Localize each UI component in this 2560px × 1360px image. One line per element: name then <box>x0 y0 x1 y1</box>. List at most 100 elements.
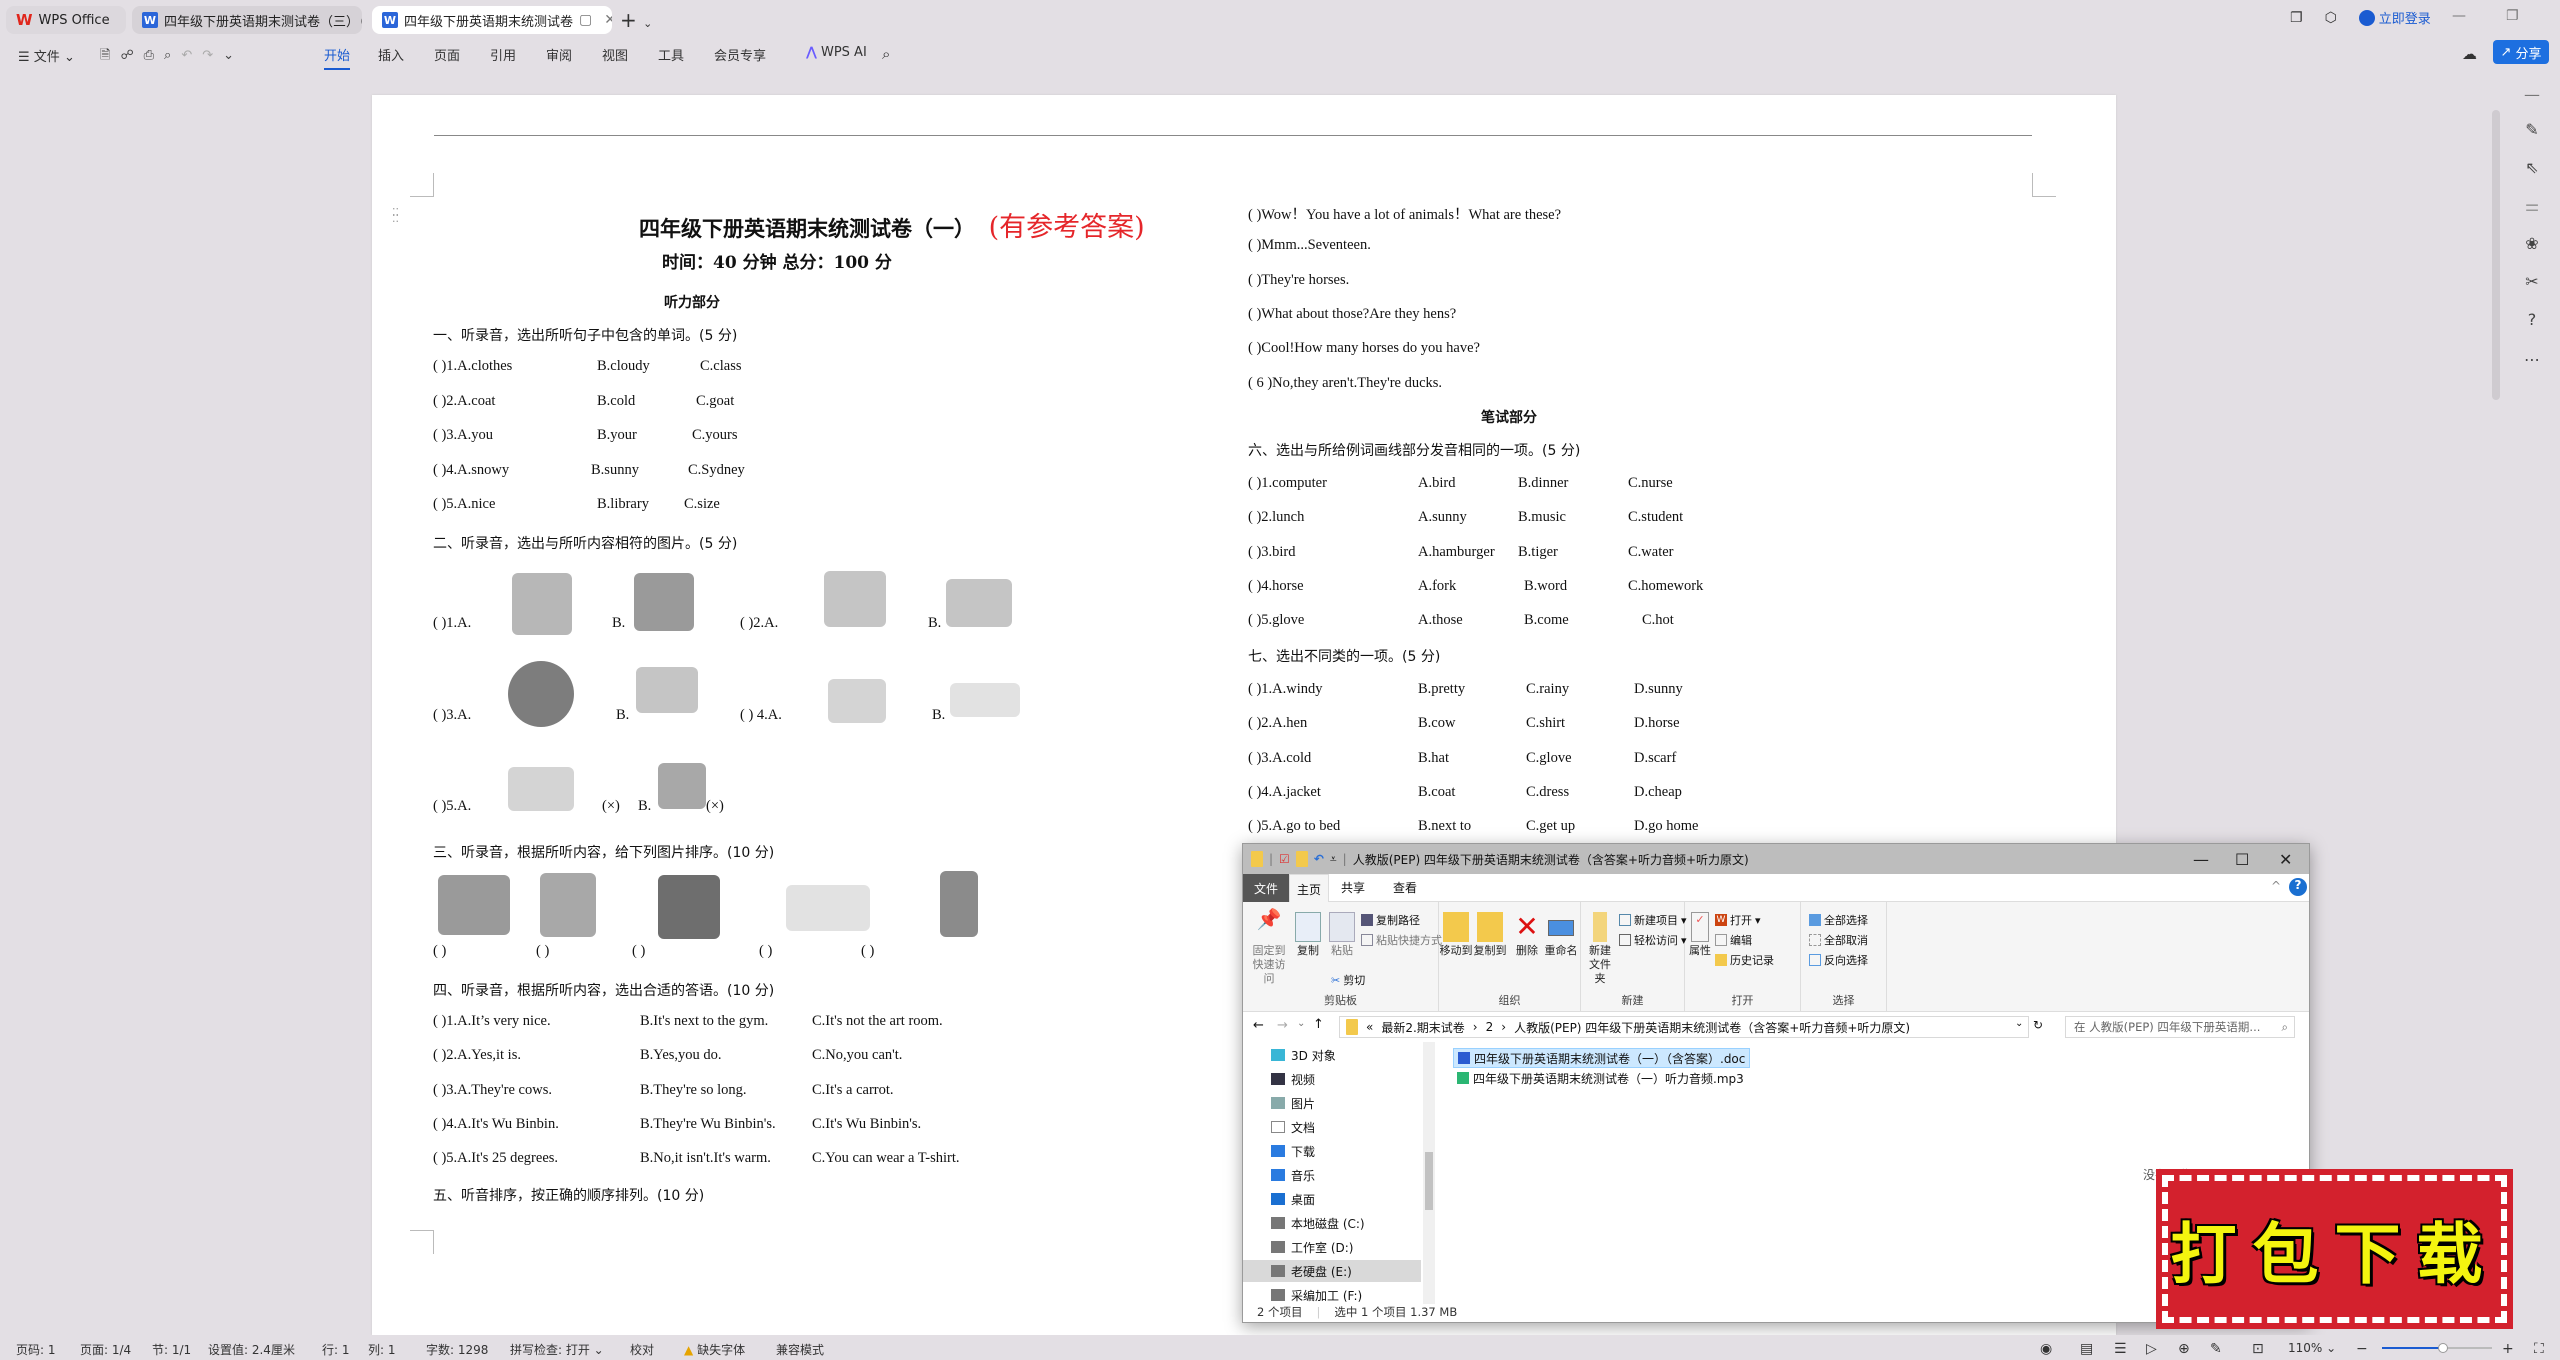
wps-ai-button[interactable]: ⋀ WPS AI <box>806 45 867 60</box>
file-list-item[interactable]: 四年级下册英语期末统测试卷（一）听力音频.mp3 <box>1453 1068 1748 1088</box>
page-count[interactable]: 页面: 1/4 <box>80 1341 131 1358</box>
tab-member[interactable]: 会员专享 <box>714 45 766 64</box>
tab-view[interactable]: 查看 <box>1393 879 1417 896</box>
link-icon[interactable]: ☍ <box>120 48 143 63</box>
proofread-button[interactable]: 校对 <box>630 1341 654 1358</box>
order-blank[interactable]: ( ) <box>536 943 549 960</box>
breadcrumb-item[interactable]: 人教版(PEP) 四年级下册英语期末统测试卷（含答案+听力音频+听力原文) <box>1514 1019 1910 1036</box>
download-package-stamp[interactable]: 打包下载 <box>2156 1169 2513 1329</box>
new-tab-button[interactable]: + ⌄ <box>620 8 652 32</box>
tab-tools[interactable]: 工具 <box>658 45 684 64</box>
sliders-icon[interactable]: ⚌ <box>2522 196 2542 215</box>
tab-home[interactable]: 开始 <box>324 45 351 70</box>
fit-page-icon[interactable]: ⊡ <box>2252 1341 2264 1357</box>
forward-icon[interactable]: → <box>1277 1018 1288 1033</box>
tab-references[interactable]: 引用 <box>490 45 516 64</box>
tab-wps-home[interactable]: W WPS Office <box>6 6 126 34</box>
pen-icon[interactable]: ✎ <box>2210 1341 2222 1357</box>
tab-view[interactable]: 视图 <box>602 45 628 64</box>
nav-item[interactable]: 老硬盘 (E:) <box>1243 1260 1421 1282</box>
tab-document-active[interactable]: W 四年级下册英语期末统测试卷 ▢ ✕ <box>372 6 612 34</box>
restore-icon[interactable]: ❐ <box>2506 8 2519 24</box>
open-button[interactable]: W 打开 ▾ <box>1715 912 1761 928</box>
tab-home[interactable]: 主页 <box>1289 874 1329 903</box>
vertical-scrollbar[interactable] <box>2492 110 2500 400</box>
page-number[interactable]: 页码: 1 <box>16 1341 56 1358</box>
paste-shortcut-button[interactable]: 粘贴快捷方式 <box>1361 932 1442 948</box>
page-view-icon[interactable]: ▤ <box>2080 1341 2093 1357</box>
zoom-in-icon[interactable]: + <box>2502 1341 2514 1357</box>
copy-to-button[interactable]: 复制到 <box>1473 912 1507 958</box>
file-list-item[interactable]: 四年级下册英语期末统测试卷（一）（含答案）.doc <box>1453 1048 1751 1068</box>
outline-view-icon[interactable]: ☰ <box>2114 1341 2127 1357</box>
zoom-out-icon[interactable]: − <box>2356 1341 2368 1357</box>
more-chevron-icon[interactable]: ⌄ <box>223 48 244 63</box>
pen-icon[interactable]: ✎ <box>2522 120 2542 139</box>
customize-qat-icon[interactable]: ⩡ <box>1330 852 1337 867</box>
move-to-button[interactable]: 移动到 <box>1439 912 1473 958</box>
pin-quick-access-button[interactable]: 📌 固定到快速访问 <box>1249 909 1289 986</box>
search-icon[interactable]: ⌕ <box>882 45 890 63</box>
rename-button[interactable]: 重命名 <box>1543 912 1579 958</box>
section-indicator[interactable]: 节: 1/1 <box>152 1341 191 1358</box>
web-view-icon[interactable]: ⊕ <box>2178 1341 2190 1357</box>
tools-icon[interactable]: ✂ <box>2522 272 2542 291</box>
nav-item[interactable]: 工作室 (D:) <box>1271 1236 1353 1258</box>
edit-button[interactable]: 编辑 <box>1715 932 1752 948</box>
properties-button[interactable]: ✓ 属性 <box>1689 912 1711 958</box>
missing-font-button[interactable]: ▲ 缺失字体 <box>684 1341 745 1358</box>
up-icon[interactable]: ↑ <box>1313 1017 1324 1032</box>
delete-button[interactable]: ✕ 删除 <box>1513 912 1541 958</box>
tab-page[interactable]: 页面 <box>434 45 460 64</box>
recent-icon[interactable]: ⌄ <box>1297 1018 1305 1029</box>
cursor-icon[interactable]: ⇖ <box>2522 158 2542 177</box>
order-blank[interactable]: ( ) <box>759 943 772 960</box>
column-indicator[interactable]: 列: 1 <box>368 1341 396 1358</box>
properties-icon[interactable]: ☑ <box>1279 852 1290 866</box>
row-indicator[interactable]: 行: 1 <box>322 1341 350 1358</box>
close-icon[interactable]: ✕ <box>2279 850 2292 869</box>
save-icon[interactable]: 🗎 <box>100 48 120 63</box>
zoom-slider[interactable] <box>2382 1343 2492 1353</box>
eye-icon[interactable]: ◉ <box>2040 1341 2052 1357</box>
nav-item[interactable]: 下载 <box>1271 1140 1315 1162</box>
nav-item[interactable]: 桌面 <box>1271 1188 1315 1210</box>
refresh-icon[interactable]: ↻ <box>2033 1018 2043 1032</box>
order-blank[interactable]: ( ) <box>861 943 874 960</box>
setting-value[interactable]: 设置值: 2.4厘米 <box>208 1341 295 1358</box>
print-icon[interactable]: ⎙ <box>144 48 164 63</box>
fullscreen-icon[interactable]: ⛶ <box>2534 1341 2544 1357</box>
minimize-icon[interactable]: — <box>2452 8 2466 24</box>
spell-check-toggle[interactable]: 拼写检查: 打开 ⌄ <box>510 1341 604 1358</box>
address-dropdown-icon[interactable]: ⌄ <box>2015 1018 2023 1029</box>
history-button[interactable]: 历史记录 <box>1715 952 1774 968</box>
theme-icon[interactable]: ❀ <box>2522 234 2542 253</box>
redo-icon[interactable]: ↷ <box>202 48 223 63</box>
nav-item[interactable]: 3D 对象 <box>1271 1044 1336 1066</box>
new-item-button[interactable]: 新建项目 ▾ <box>1619 912 1687 928</box>
file-menu-button[interactable]: ☰ 文件 ⌄ <box>18 46 75 65</box>
undo-icon[interactable]: ↶ <box>181 48 202 63</box>
play-icon[interactable]: ▷ <box>2146 1341 2157 1357</box>
nav-item[interactable]: 视频 <box>1271 1068 1315 1090</box>
new-folder-button[interactable]: 新建文件夹 <box>1585 912 1615 986</box>
share-button[interactable]: ↗ 分享 <box>2493 40 2549 64</box>
order-blank[interactable]: ( ) <box>632 943 645 960</box>
collapse-icon[interactable]: — <box>2522 85 2542 104</box>
undo-icon[interactable]: ↶ <box>1314 852 1324 866</box>
breadcrumb-item[interactable]: 最新2.期末试卷 <box>1381 1019 1464 1036</box>
print-preview-icon[interactable]: ⌕ <box>164 48 181 63</box>
search-input[interactable]: 在 人教版(PEP) 四年级下册英语期... ⌕ <box>2065 1016 2295 1038</box>
zoom-level[interactable]: 110% ⌄ <box>2288 1341 2336 1355</box>
order-blank[interactable]: ( ) <box>433 943 446 960</box>
invert-selection-button[interactable]: 反向选择 <box>1809 952 1868 968</box>
tab-document-3[interactable]: W 四年级下册英语期末测试卷（三）（有 <box>132 6 362 34</box>
cube-icon[interactable]: ⬡ <box>2325 10 2337 26</box>
tab-file[interactable]: 文件 <box>1243 874 1289 902</box>
nav-item[interactable]: 音乐 <box>1271 1164 1315 1186</box>
word-count[interactable]: 字数: 1298 <box>426 1341 488 1358</box>
maximize-icon[interactable]: ☐ <box>2235 850 2249 869</box>
help-icon[interactable]: ? <box>2522 310 2542 329</box>
copy-path-button[interactable]: 复制路径 <box>1361 912 1420 928</box>
paste-button[interactable]: 粘贴 <box>1327 912 1357 958</box>
